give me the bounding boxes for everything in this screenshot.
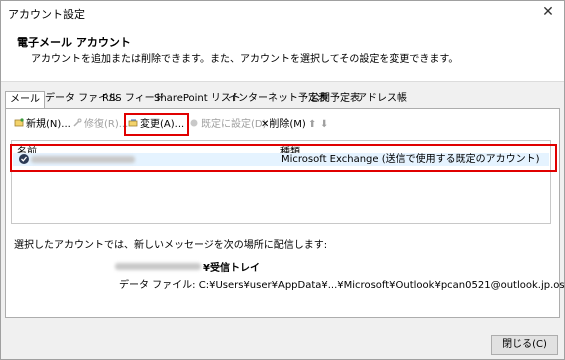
data-file-path: データ ファイル: C:¥Users¥user¥AppData¥...¥Micr… (119, 280, 565, 291)
title-bar: アカウント設定 ✕ (1, 1, 564, 23)
window-title: アカウント設定 (8, 8, 85, 21)
move-down-button[interactable]: ⬇ (320, 118, 328, 132)
change-button-highlight (124, 113, 189, 136)
header-title: 電子メール アカウント (17, 36, 131, 49)
new-button-label: 新規(N)... (26, 119, 71, 130)
new-button[interactable]: 新規(N)... (14, 118, 71, 132)
delivery-label: 選択したアカウントでは、新しいメッセージを次の場所に配信します: (14, 240, 328, 251)
tab-address-books[interactable]: アドレス帳 (353, 91, 411, 109)
delivery-folder: ¥受信トレイ (115, 259, 260, 274)
close-button[interactable]: 閉じる(C) (491, 335, 558, 355)
remove-button[interactable]: ✕削除(M) (261, 118, 306, 132)
tab-strip: メール データ ファイル RSS フィード SharePoint リスト インタ… (5, 91, 558, 110)
repair-icon (73, 118, 82, 127)
redacted-mailbox-name (115, 263, 201, 270)
set-default-button[interactable]: 既定に設定(D) (189, 118, 267, 132)
delivery-folder-name: ¥受信トレイ (203, 263, 260, 274)
close-icon[interactable]: ✕ (540, 4, 556, 20)
header-description: アカウントを追加または削除できます。また、アカウントを選択してその設定を変更でき… (31, 54, 459, 65)
header-area: 電子メール アカウント アカウントを追加または削除できます。また、アカウントを選… (1, 23, 564, 82)
new-account-icon (14, 118, 24, 127)
account-settings-window: アカウント設定 ✕ 電子メール アカウント アカウントを追加または削除できます。… (0, 0, 565, 360)
repair-button[interactable]: 修復(R)... (72, 118, 128, 132)
move-up-button[interactable]: ⬆ (308, 118, 316, 132)
remove-button-label: 削除(M) (269, 119, 306, 130)
account-row-highlight (10, 144, 557, 172)
set-default-button-label: 既定に設定(D) (201, 119, 267, 130)
set-default-icon (190, 119, 198, 127)
repair-button-label: 修復(R)... (84, 119, 129, 130)
